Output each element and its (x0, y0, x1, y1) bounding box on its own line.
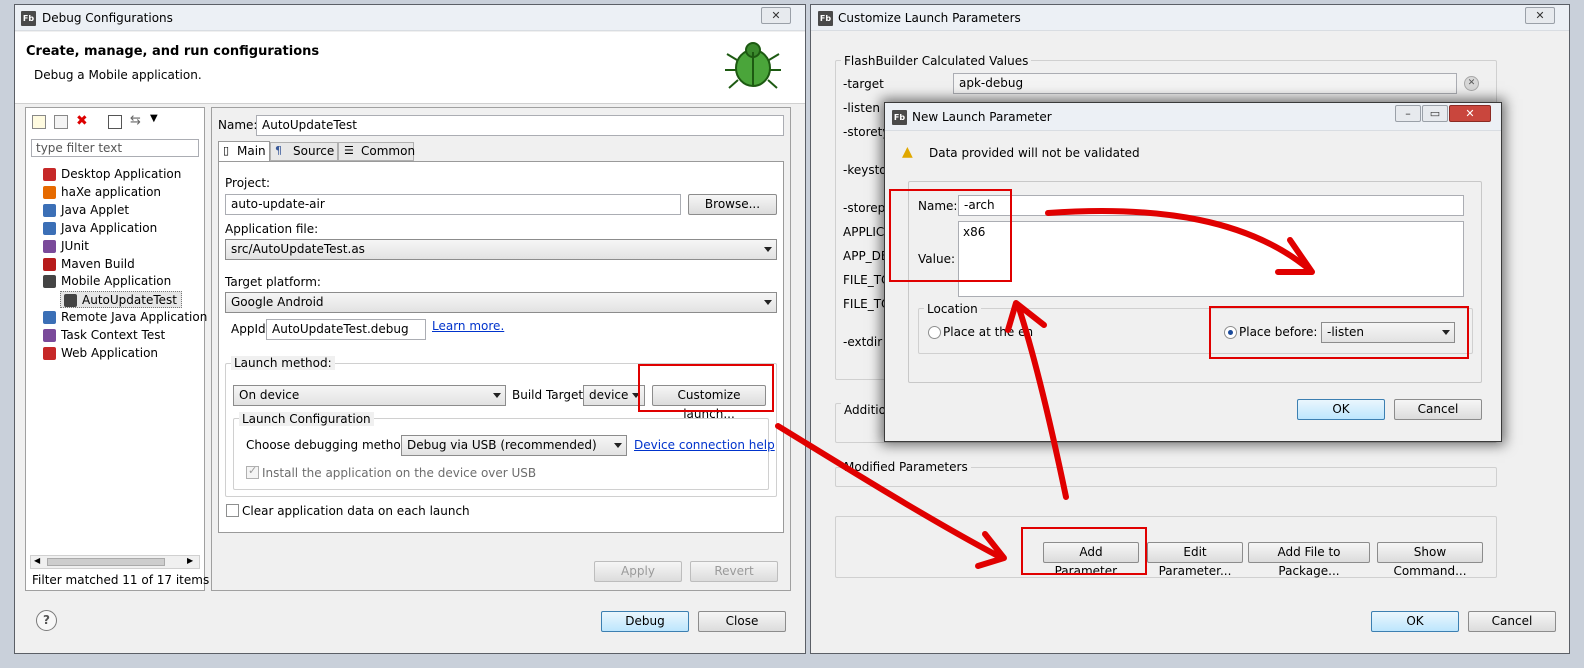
arrow-name-to-location (1045, 207, 1313, 273)
arrow-add-to-dialog (1015, 302, 1069, 500)
annotation-arrows (775, 207, 1315, 569)
arrow-customize-to-add (775, 423, 1003, 560)
